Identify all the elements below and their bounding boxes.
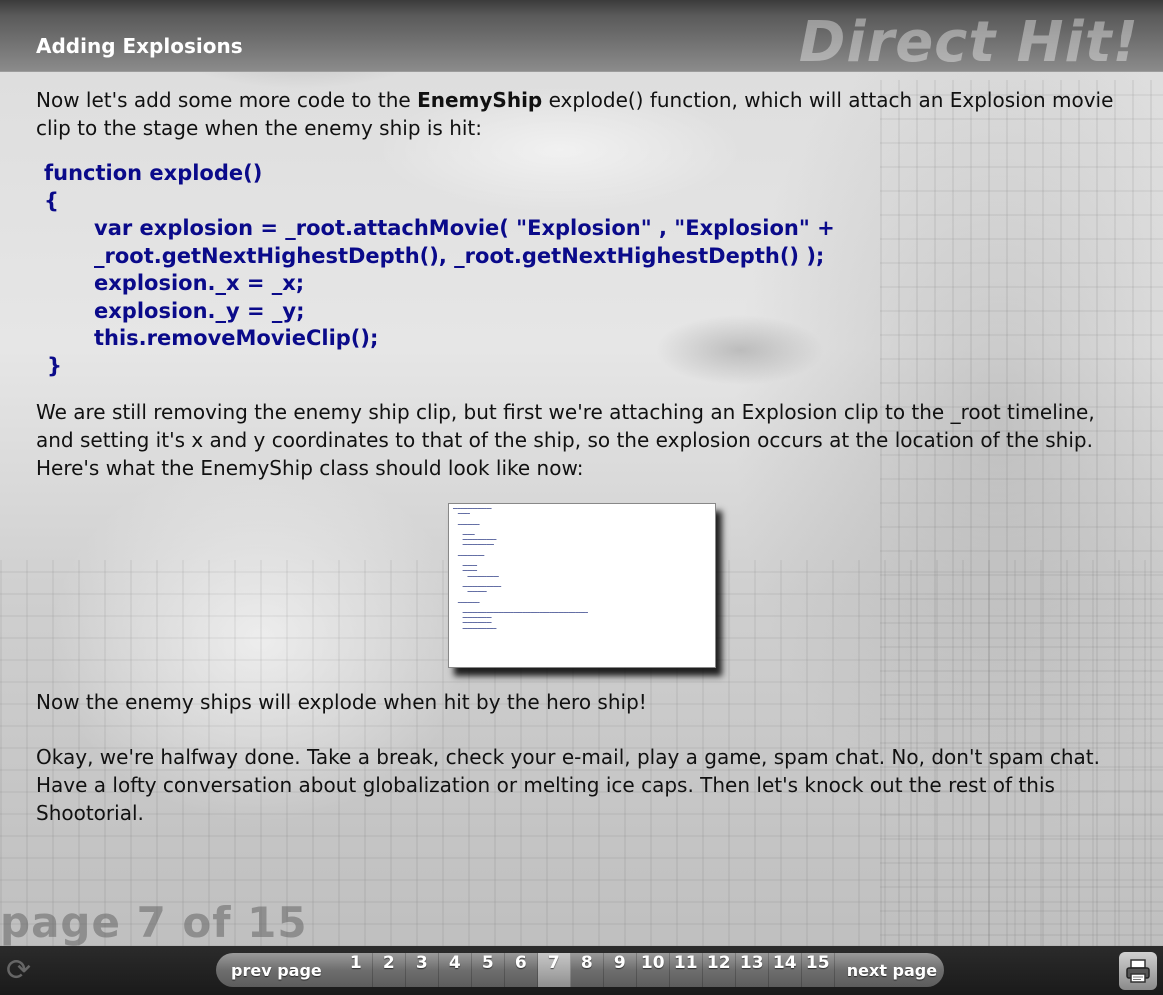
- page-link-12[interactable]: 12: [703, 953, 736, 987]
- code-line: explosion._x = _x;: [94, 271, 305, 295]
- next-page-button[interactable]: next page: [847, 961, 937, 980]
- page-link-8[interactable]: 8: [571, 953, 604, 987]
- intro-emphasis: EnemyShip: [417, 88, 543, 112]
- page-indicator: page 7 of 15: [0, 898, 308, 947]
- page-link-10[interactable]: 10: [637, 953, 670, 987]
- prev-page-button[interactable]: prev page: [231, 961, 322, 980]
- code-line: this.removeMovieClip();: [94, 326, 379, 350]
- code-line: }: [47, 353, 62, 378]
- direct-hit-logo: Direct Hit!: [798, 10, 1139, 75]
- result-paragraph: Now the enemy ships will explode when hi…: [36, 690, 647, 714]
- swirl-decoration-icon: ⟳: [6, 953, 32, 988]
- page-link-15[interactable]: 15: [802, 953, 835, 987]
- page-link-1[interactable]: 1: [340, 953, 373, 987]
- page-title: Adding Explosions: [36, 34, 243, 58]
- page-link-2[interactable]: 2: [373, 953, 406, 987]
- page-link-6[interactable]: 6: [505, 953, 538, 987]
- code-line: explosion._y = _y;: [94, 298, 305, 323]
- page-navigation-bar: prev page 1 2 3 4 5 6 7 8 9 10 11 12 13 …: [0, 946, 1163, 995]
- explanation-paragraph: We are still removing the enemy ship cli…: [36, 400, 1095, 480]
- page-navigation-track: prev page 1 2 3 4 5 6 7 8 9 10 11 12 13 …: [216, 953, 944, 987]
- intro-paragraph: Now let's add some more code to the Enem…: [36, 86, 1126, 142]
- screenshot-code-placeholder: ━━━━━━━━━━━━━━━━ ━━━━━ ━━━━━━━━━ ━━━━━ ━…: [453, 506, 588, 631]
- code-line: function explode(): [44, 161, 263, 185]
- page-link-9[interactable]: 9: [604, 953, 637, 987]
- page-link-13[interactable]: 13: [736, 953, 769, 987]
- page-link-3[interactable]: 3: [406, 953, 439, 987]
- page-link-5[interactable]: 5: [472, 953, 505, 987]
- code-line: var explosion = _root.attachMovie( "Expl…: [94, 216, 835, 240]
- printer-icon: [1126, 959, 1150, 983]
- code-line: {: [44, 188, 59, 213]
- header-bar: Adding Explosions Direct Hit!: [0, 0, 1163, 75]
- lesson-content: Now let's add some more code to the Enem…: [36, 86, 1126, 482]
- page-link-11[interactable]: 11: [670, 953, 703, 987]
- page-link-14[interactable]: 14: [769, 953, 802, 987]
- enemyship-class-screenshot[interactable]: ━━━━━━━━━━━━━━━━ ━━━━━ ━━━━━━━━━ ━━━━━ ━…: [448, 503, 716, 668]
- page-link-4[interactable]: 4: [439, 953, 472, 987]
- print-button[interactable]: [1119, 952, 1157, 990]
- closing-paragraph: Okay, we're halfway done. Take a break, …: [36, 745, 1100, 825]
- code-line: _root.getNextHighestDepth(), _root.getNe…: [94, 243, 825, 268]
- page-link-7-current[interactable]: 7: [537, 953, 571, 987]
- code-block: function explode() { var explosion = _ro…: [44, 160, 1126, 380]
- intro-text-start: Now let's add some more code to the: [36, 88, 418, 112]
